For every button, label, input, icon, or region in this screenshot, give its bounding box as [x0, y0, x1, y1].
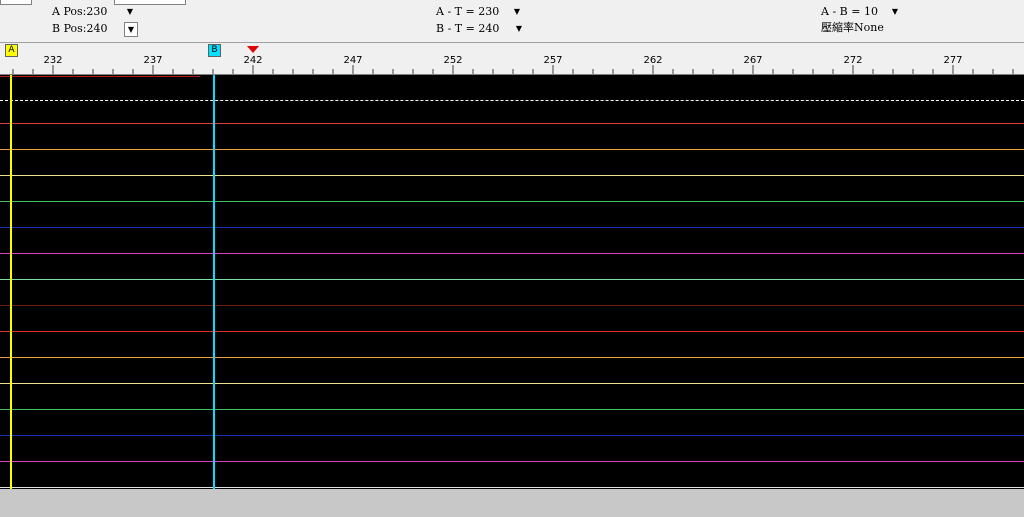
signal-line — [0, 149, 1024, 150]
marker-a-line[interactable] — [10, 75, 12, 489]
signal-line — [0, 461, 1024, 462]
signal-line — [0, 409, 1024, 410]
ruler-tick-label: 257 — [543, 55, 563, 66]
a-t-label: A - T = 230 — [436, 5, 500, 18]
compression-label: 壓縮率None — [821, 21, 884, 34]
a-t-dropdown-icon[interactable]: ▼ — [511, 5, 523, 19]
signal-line — [0, 279, 1024, 280]
a-b-dropdown-icon[interactable]: ▼ — [889, 5, 901, 19]
ruler-tick-label: 237 — [143, 55, 163, 66]
marker-a-flag[interactable]: A — [5, 44, 18, 57]
ruler-tick-label: 252 — [443, 55, 463, 66]
waveform-area[interactable] — [0, 75, 1024, 489]
ruler-tick-label: 272 — [843, 55, 863, 66]
ruler-tick-label: 267 — [743, 55, 763, 66]
b-t-label: B - T = 240 — [436, 22, 500, 35]
time-ruler[interactable]: 232 237 242 247 252 257 262 267 272 277 A B — [0, 43, 1024, 75]
bottom-strip — [0, 489, 1024, 517]
ruler-tick-label: 242 — [243, 55, 263, 66]
signal-line — [0, 357, 1024, 358]
cursor-triangle-icon[interactable] — [247, 46, 259, 53]
a-pos-label: A Pos:230 — [52, 5, 108, 18]
ruler-tick-label: 277 — [943, 55, 963, 66]
b-pos-dropdown-icon[interactable]: ▼ — [124, 22, 138, 37]
b-pos-label: B Pos:240 — [52, 22, 108, 35]
ruler-tick-label: 232 — [43, 55, 63, 66]
signal-line — [0, 435, 1024, 436]
signal-line — [0, 331, 1024, 332]
signal-line — [0, 383, 1024, 384]
ruler-tick-label: 262 — [643, 55, 663, 66]
signal-line — [0, 305, 1024, 306]
signal-line — [0, 175, 1024, 176]
b-t-dropdown-icon[interactable]: ▼ — [513, 22, 525, 36]
ruler-tick-label: 247 — [343, 55, 363, 66]
a-pos-dropdown-icon[interactable]: ▼ — [124, 5, 136, 19]
toolbar-stub — [0, 0, 32, 5]
info-panel: A Pos:230 ▼ B Pos:240 ▼ A - T = 230 ▼ B … — [0, 0, 1024, 43]
signal-line — [0, 487, 1024, 488]
signal-line — [0, 253, 1024, 254]
signal-line-dashed — [0, 100, 1024, 102]
a-b-label: A - B = 10 — [821, 5, 878, 18]
signal-line-top — [0, 76, 200, 77]
marker-b-flag[interactable]: B — [208, 44, 221, 57]
signal-line — [0, 227, 1024, 228]
marker-b-line[interactable] — [213, 75, 215, 489]
signal-line — [0, 201, 1024, 202]
signal-line — [0, 123, 1024, 124]
